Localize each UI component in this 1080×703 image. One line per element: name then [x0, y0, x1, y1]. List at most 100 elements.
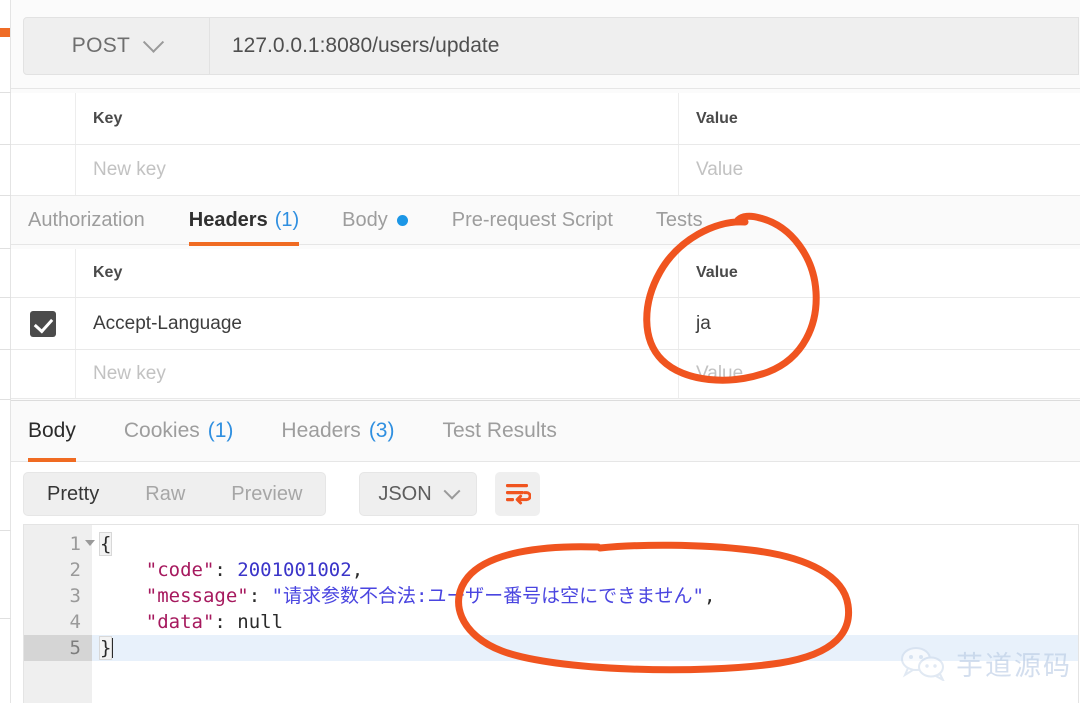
json-value: null [237, 611, 284, 633]
response-tab-headers[interactable]: Headers (3) [281, 401, 394, 462]
tab-authorization[interactable]: Authorization [28, 196, 145, 245]
request-tab-bar: Authorization Headers (1) Body Pre-reque… [11, 196, 1080, 246]
params-col-key-label: Key [93, 109, 123, 127]
body-modified-dot-icon [396, 214, 408, 226]
headers-header-key-cell: Key [76, 249, 679, 297]
tab-headers[interactable]: Headers (1) [188, 196, 300, 246]
chevron-down-icon [143, 31, 165, 53]
header-value-value: ja [696, 312, 711, 334]
response-language-label: JSON [378, 482, 432, 505]
watermark: 芋道源码 [900, 644, 1072, 683]
header-enabled-checkbox[interactable] [30, 310, 56, 337]
response-format-toolbar: Pretty Raw Preview JSON [11, 462, 1080, 524]
tab-tests-label: Tests [655, 208, 703, 231]
headers-header-checkbox-cell [11, 249, 76, 297]
response-tab-cookies-label: Cookies [123, 419, 200, 442]
request-url-value: 127.0.0.1:8080/users/update [232, 34, 500, 57]
headers-new-key-placeholder: New key [93, 363, 166, 384]
params-col-value-label: Value [696, 109, 738, 127]
left-rail [0, 0, 11, 703]
header-row-checkbox-cell[interactable] [11, 298, 76, 349]
tab-body-label: Body [342, 208, 388, 231]
json-open-brace: { [98, 532, 113, 556]
tab-body[interactable]: Body [342, 196, 408, 245]
response-tab-headers-count: (3) [368, 419, 395, 442]
json-value: "请求参数不合法:ユーザー番号は空にできません" [271, 585, 704, 607]
params-new-value-placeholder: Value [696, 159, 744, 180]
json-value: 2001001002 [237, 559, 352, 581]
response-view-mode-group: Pretty Raw Preview [23, 472, 327, 516]
view-mode-pretty[interactable]: Pretty [24, 473, 122, 515]
json-key: "message" [145, 585, 249, 607]
rail-orange-marker [0, 28, 10, 37]
header-value-input[interactable]: ja [679, 298, 1080, 349]
response-tab-body-label: Body [28, 419, 76, 442]
headers-new-key-input[interactable]: New key [76, 350, 679, 398]
tab-pre-request-script[interactable]: Pre-request Script [452, 196, 613, 245]
word-wrap-button[interactable] [495, 472, 540, 516]
tab-headers-label: Headers [188, 208, 268, 231]
chevron-down-icon [443, 482, 461, 500]
text-caret [111, 638, 114, 658]
params-new-value-input[interactable]: Value [679, 145, 1080, 195]
response-tab-cookies-count: (1) [207, 419, 234, 442]
tab-authorization-label: Authorization [28, 208, 145, 231]
json-separator: : [214, 611, 238, 633]
tab-pre-request-script-label: Pre-request Script [451, 208, 613, 231]
line-number[interactable]: 2 [24, 557, 92, 583]
request-url-bar: POST 127.0.0.1:8080/users/update [11, 0, 1080, 89]
watermark-text: 芋道源码 [956, 651, 1072, 682]
headers-col-key-label: Key [93, 264, 123, 281]
headers-new-row-checkbox-cell [11, 350, 76, 398]
code-line: "message": "请求参数不合法:ユーザー番号は空にできません", [92, 583, 1078, 609]
code-line: "code": 2001001002, [92, 557, 1078, 583]
view-mode-preview[interactable]: Preview [208, 473, 325, 515]
params-header-checkbox-cell [11, 93, 76, 144]
tab-headers-count: (1) [274, 208, 300, 231]
params-new-key-input[interactable]: New key [76, 145, 679, 195]
line-number[interactable]: 1 [24, 531, 95, 557]
response-tab-test-results-label: Test Results [442, 419, 557, 442]
json-separator: : [248, 585, 272, 607]
json-key: "code" [145, 559, 215, 581]
tab-tests[interactable]: Tests [656, 196, 703, 245]
line-number[interactable]: 3 [24, 583, 92, 609]
response-tab-bar: Body Cookies (1) Headers (3) Test Result… [11, 401, 1080, 463]
json-separator: : [214, 559, 238, 581]
headers-new-value-placeholder: Value [696, 363, 744, 384]
response-tab-body[interactable]: Body [28, 401, 76, 463]
response-language-selector[interactable]: JSON [359, 472, 477, 516]
params-new-row[interactable]: New key Value [11, 145, 1080, 196]
json-comma: , [703, 585, 716, 607]
table-row[interactable]: Accept-Language ja [11, 298, 1080, 350]
params-table-header: Key Value [11, 93, 1080, 145]
header-key-value: Accept-Language [93, 312, 242, 334]
editor-gutter: 1 2 3 4 5 [24, 525, 95, 703]
params-new-row-checkbox-cell [11, 145, 76, 195]
headers-table-header: Key Value [11, 249, 1080, 298]
line-number[interactable]: 4 [24, 609, 92, 635]
line-number[interactable]: 5 [24, 635, 92, 661]
header-key-input[interactable]: Accept-Language [76, 298, 679, 349]
view-mode-raw[interactable]: Raw [122, 473, 208, 515]
json-comma: , [351, 559, 364, 581]
params-new-key-placeholder: New key [93, 159, 166, 180]
http-method-label: POST [71, 34, 131, 57]
request-url-input[interactable]: 127.0.0.1:8080/users/update [210, 17, 1079, 75]
postman-window: POST 127.0.0.1:8080/users/update Key Val… [0, 0, 1080, 703]
headers-new-row[interactable]: New key Value [11, 350, 1080, 399]
word-wrap-icon [505, 484, 531, 505]
http-method-selector[interactable]: POST [23, 17, 210, 75]
json-key: "data" [145, 611, 215, 633]
json-close-brace: } [98, 636, 113, 660]
code-line: "data": null [92, 609, 1078, 635]
code-line: { [92, 531, 1078, 557]
params-header-key-cell: Key [76, 93, 679, 144]
response-tab-headers-label: Headers [281, 419, 361, 442]
response-tab-cookies[interactable]: Cookies (1) [124, 401, 234, 462]
headers-new-value-input[interactable]: Value [679, 350, 1080, 398]
response-tab-test-results[interactable]: Test Results [442, 401, 556, 462]
headers-col-value-label: Value [696, 264, 738, 281]
headers-header-value-cell: Value [679, 249, 1080, 297]
params-header-value-cell: Value [679, 93, 1080, 144]
